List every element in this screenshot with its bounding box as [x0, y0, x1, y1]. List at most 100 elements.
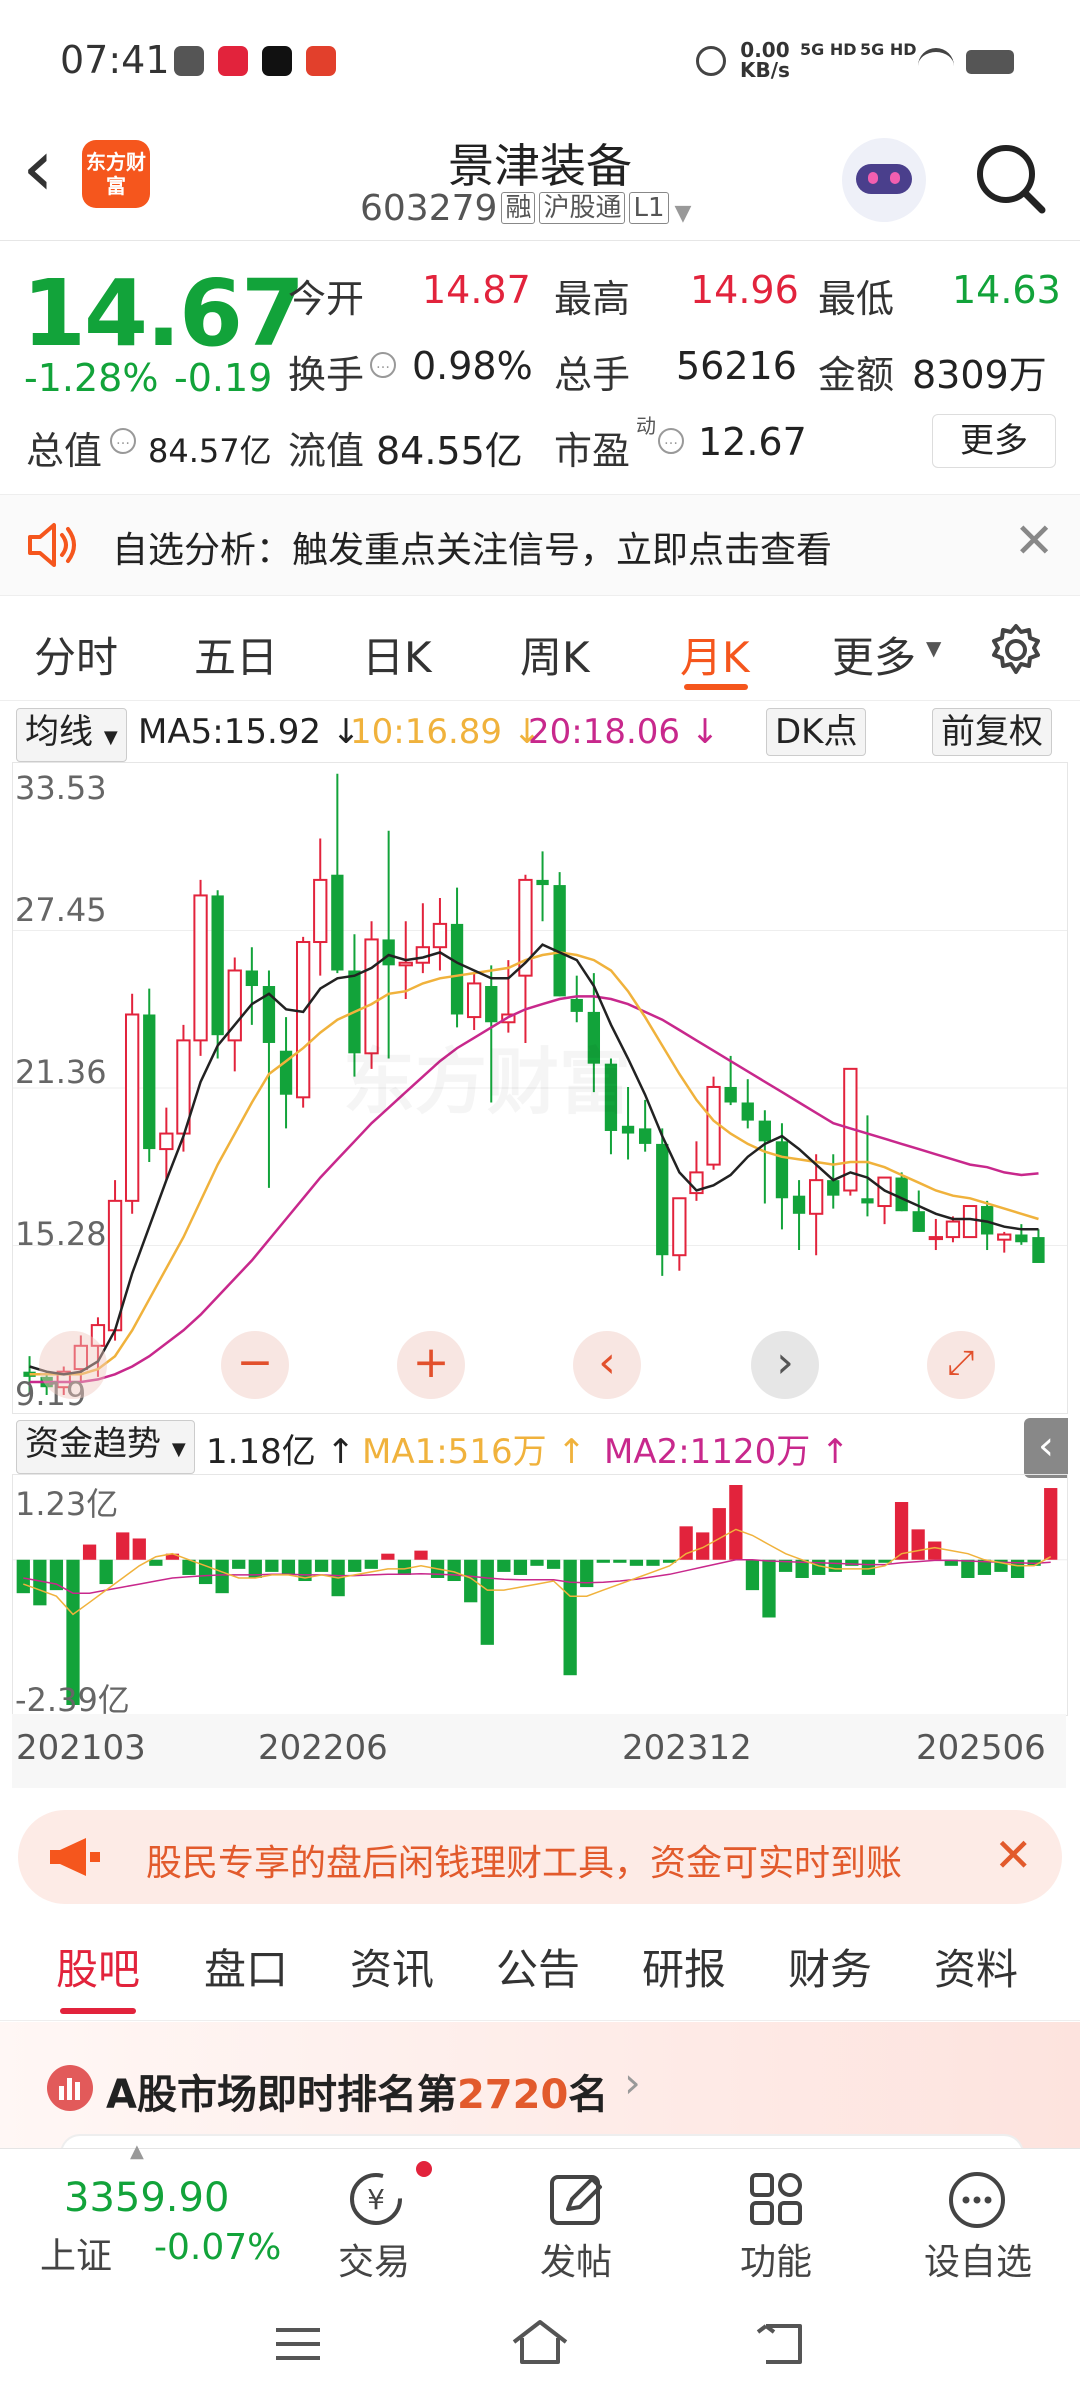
fullscreen-button[interactable]: ⤢ — [927, 1331, 995, 1399]
ma10-value: 10:16.89 ↓ — [350, 712, 542, 752]
zoom-in-button[interactable]: + — [397, 1331, 465, 1399]
wifi-icon — [918, 48, 954, 72]
flow-bar — [364, 1559, 378, 1569]
tab-weekly-k[interactable]: 周K — [520, 624, 590, 685]
kline-chart[interactable]: 东方财富 33.53 27.45 21.36 15.28 9.19 − + ‹ … — [12, 762, 1068, 1414]
grid-icon[interactable] — [746, 2169, 806, 2229]
compose-icon[interactable] — [546, 2169, 608, 2229]
adjust-selector[interactable]: 前复权 — [932, 708, 1052, 756]
stock-code-line[interactable]: 603279 融沪股通 L1 ▼ — [360, 188, 691, 229]
candle — [279, 1017, 293, 1129]
tab-forum[interactable]: 股吧 — [56, 1936, 140, 1997]
candle — [843, 1067, 858, 1196]
y-tick: 15.28 — [15, 1215, 107, 1253]
flow-bar — [729, 1485, 743, 1560]
candle — [227, 957, 242, 1072]
index-change: -0.07% — [154, 2227, 282, 2268]
change-amount: -0.19 — [174, 356, 273, 400]
nav-trade-label[interactable]: 交易 — [294, 2233, 454, 2285]
flow-bar — [281, 1559, 296, 1575]
assistant-robot-icon[interactable] — [842, 138, 926, 222]
mktcap-value: 84.57亿 — [148, 432, 272, 470]
candle — [553, 872, 566, 997]
nav-add-watch-label[interactable]: 设自选 — [898, 2233, 1058, 2285]
candle — [313, 838, 328, 976]
rank-text: A股市场即时排名第2720名 — [106, 2072, 609, 2118]
app-icon — [306, 46, 336, 76]
ma20-value: 20:18.06 ↓ — [528, 712, 720, 752]
tab-more[interactable]: 更多 — [832, 624, 916, 685]
stock-code: 603279 — [360, 188, 498, 229]
scroll-right-button[interactable]: › — [751, 1331, 819, 1399]
chevron-up-icon: ▲ — [130, 2141, 144, 2162]
index-value[interactable]: 3359.90 — [64, 2175, 229, 2221]
fund-flow-chart[interactable]: 1.23亿 -2.39亿 — [12, 1474, 1068, 1719]
tab-orderbook[interactable]: 盘口 — [204, 1936, 288, 1997]
candle — [758, 1110, 772, 1204]
flow-bar — [563, 1559, 577, 1676]
promo-banner[interactable]: 股民专享的盘后闲钱理财工具，资金可实时到账 ✕ — [18, 1810, 1062, 1904]
flow-bar — [314, 1559, 329, 1572]
gear-icon[interactable] — [988, 622, 1044, 678]
close-icon[interactable]: ✕ — [1014, 513, 1054, 569]
flow-bar — [116, 1532, 130, 1560]
pe-dynamic-mark: 动 — [636, 414, 656, 438]
candle — [295, 936, 311, 1108]
flow-bar — [132, 1538, 146, 1560]
more-circle-icon[interactable] — [946, 2169, 1008, 2231]
active-tab-indicator — [60, 2008, 136, 2014]
search-icon[interactable] — [972, 140, 1052, 220]
rank-banner[interactable]: A股市场即时排名第2720名 › — [0, 2022, 1080, 2156]
trade-icon[interactable]: ¥ — [344, 2169, 408, 2229]
zoom-out-button[interactable]: − — [221, 1331, 289, 1399]
fund-flow-bar: 资金趋势 ▼ 1.18亿 ↑ MA1:516万 ↑ MA2:1120万 ↑ ‹ — [0, 1418, 1080, 1478]
chart-control-button[interactable] — [39, 1331, 107, 1399]
flow-bar — [894, 1502, 909, 1560]
more-quote-button[interactable]: 更多 — [932, 414, 1056, 468]
tab-research[interactable]: 研报 — [642, 1936, 726, 1997]
notice-text: 自选分析：触发重点关注信号，立即点击查看 — [112, 530, 833, 571]
candle — [877, 1176, 892, 1225]
index-name: 上证 — [40, 2236, 113, 2277]
turnover-value: 0.98% — [412, 344, 533, 388]
signal-icon: 5G HD — [860, 40, 917, 59]
tab-intraday[interactable]: 分时 — [34, 624, 118, 685]
info-icon[interactable]: … — [658, 428, 684, 454]
tab-profile[interactable]: 资料 — [934, 1936, 1018, 1997]
candle — [689, 1141, 704, 1201]
nav-function-label[interactable]: 功能 — [696, 2233, 856, 2285]
collapse-panel-button[interactable]: ‹ — [1024, 1418, 1068, 1478]
ma10-line — [29, 951, 1039, 1376]
y-tick: 33.53 — [15, 769, 107, 807]
candle — [980, 1200, 994, 1251]
close-icon[interactable]: ✕ — [994, 1828, 1033, 1882]
candle — [741, 1079, 754, 1129]
flow-bar — [596, 1559, 610, 1563]
tab-financials[interactable]: 财务 — [788, 1936, 872, 1997]
candle — [211, 890, 224, 1059]
high-label: 最高 — [554, 277, 631, 321]
float-label: 流值 — [288, 429, 365, 473]
indicator-selector[interactable]: 均线 ▼ — [16, 708, 127, 762]
tab-announcements[interactable]: 公告 — [496, 1936, 580, 1997]
tab-news[interactable]: 资讯 — [350, 1936, 434, 1997]
menu-icon[interactable] — [272, 2324, 324, 2364]
amount-label: 金额 — [818, 353, 895, 397]
back-icon[interactable] — [752, 2320, 808, 2368]
flow-bar — [546, 1559, 561, 1569]
tab-daily-k[interactable]: 日K — [362, 624, 432, 685]
candle — [450, 887, 464, 1028]
info-icon[interactable]: … — [370, 352, 396, 378]
flow-bar — [215, 1559, 229, 1594]
tab-five-day[interactable]: 五日 — [194, 624, 278, 685]
analysis-notice[interactable]: 自选分析：触发重点关注信号，立即点击查看 ✕ — [0, 494, 1080, 596]
scroll-left-button[interactable]: ‹ — [573, 1331, 641, 1399]
nav-post-label[interactable]: 发帖 — [496, 2233, 656, 2285]
dk-point-selector[interactable]: DK点 — [766, 708, 867, 756]
home-icon[interactable] — [508, 2316, 572, 2368]
flow-bar — [828, 1559, 842, 1572]
info-icon[interactable]: … — [110, 428, 136, 454]
battery-icon — [966, 50, 1014, 74]
fund-flow-selector[interactable]: 资金趋势 ▼ — [16, 1420, 195, 1474]
tab-monthly-k[interactable]: 月K — [680, 624, 750, 685]
